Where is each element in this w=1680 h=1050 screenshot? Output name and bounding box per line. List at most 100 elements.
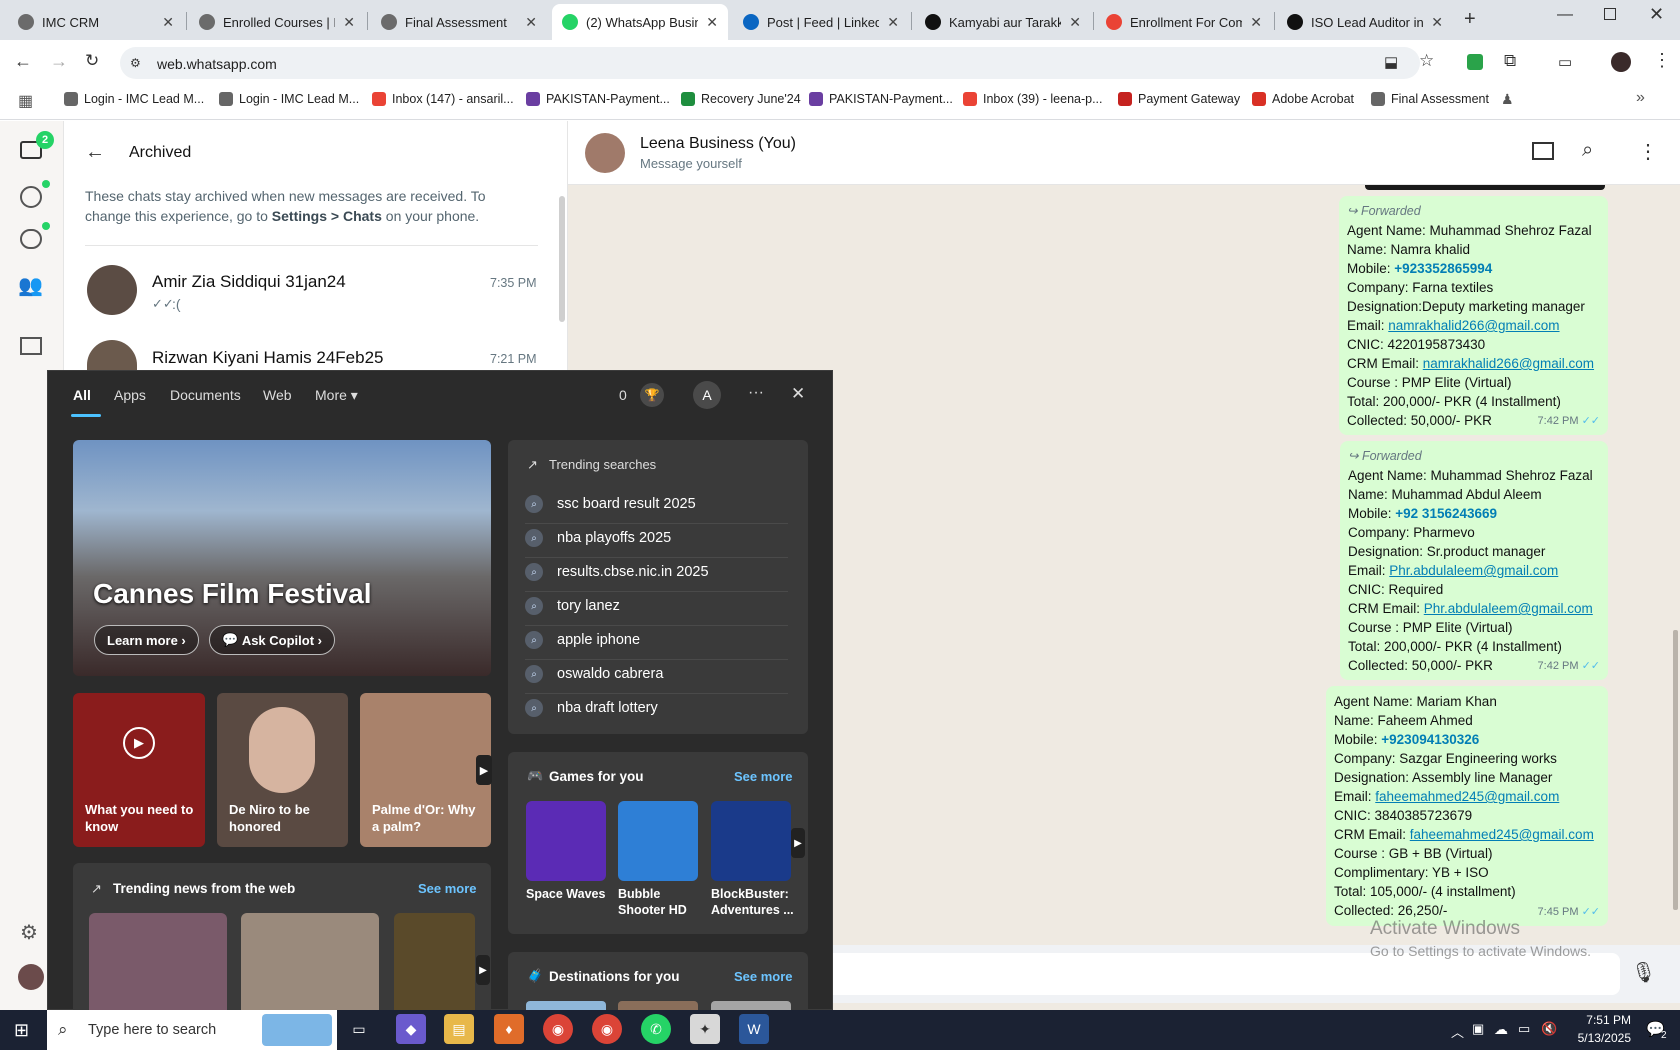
- bookmark-item[interactable]: Inbox (147) - ansaril...: [372, 92, 514, 106]
- chat-header[interactable]: [568, 121, 1680, 185]
- bookmark-item[interactable]: Payment Gateway: [1118, 92, 1240, 106]
- browser-tab[interactable]: Enrollment For Com ✕: [1096, 4, 1272, 40]
- close-tab-icon[interactable]: ✕: [162, 14, 174, 31]
- bookmark-item[interactable]: Recovery June'24: [681, 92, 801, 106]
- trending-search-item[interactable]: ⌕ oswaldo cabrera: [525, 665, 663, 683]
- game-tile-blockbuster[interactable]: [711, 801, 791, 881]
- bookmark-star-icon[interactable]: ☆: [1419, 51, 1434, 71]
- catalog-icon[interactable]: [20, 337, 42, 355]
- onedrive-icon[interactable]: ☁: [1494, 1021, 1508, 1038]
- maximize-button[interactable]: [1604, 8, 1616, 20]
- list-scrollbar[interactable]: [559, 196, 565, 322]
- browser-tab[interactable]: IMC CRM ✕: [8, 4, 184, 40]
- apps-grid-icon[interactable]: ▦: [18, 91, 33, 111]
- settings-gear-icon[interactable]: ⚙: [20, 920, 38, 945]
- site-info-icon[interactable]: ⚙: [130, 56, 141, 70]
- close-tab-icon[interactable]: ✕: [343, 14, 355, 31]
- trending-search-item[interactable]: ⌕ nba draft lottery: [525, 699, 658, 717]
- minimize-button[interactable]: —: [1557, 6, 1573, 24]
- close-tab-icon[interactable]: ✕: [1431, 14, 1443, 31]
- carousel-next-icon[interactable]: ▶: [476, 755, 492, 785]
- trending-search-item[interactable]: ⌕ tory lanez: [525, 597, 620, 615]
- chat-scrollbar[interactable]: [1673, 630, 1678, 910]
- close-window-button[interactable]: ✕: [1649, 4, 1664, 25]
- clock-date[interactable]: 5/13/2025: [1563, 1031, 1631, 1045]
- tray-meet-icon[interactable]: ▣: [1472, 1021, 1484, 1037]
- browser-tab[interactable]: Post | Feed | LinkedIn ✕: [733, 4, 909, 40]
- trending-search-item[interactable]: ⌕ ssc board result 2025: [525, 495, 696, 513]
- close-tab-icon[interactable]: ✕: [525, 14, 537, 31]
- games-next-icon[interactable]: ▶: [791, 828, 805, 858]
- destination-thumb[interactable]: [711, 1001, 791, 1010]
- phone-link[interactable]: +923094130326: [1381, 732, 1479, 747]
- destination-thumb[interactable]: [526, 1001, 606, 1010]
- task-view-icon[interactable]: ▭: [344, 1014, 374, 1044]
- bookmark-extra-icon[interactable]: ♟: [1501, 91, 1514, 108]
- bookmark-item[interactable]: Login - IMC Lead M...: [219, 92, 359, 106]
- search-highlight-image[interactable]: [262, 1014, 332, 1046]
- bookmark-item[interactable]: PAKISTAN-Payment...: [809, 92, 953, 106]
- side-panel-icon[interactable]: ▭: [1558, 53, 1572, 71]
- bookmark-item[interactable]: PAKISTAN-Payment...: [526, 92, 670, 106]
- copilot-icon[interactable]: ◆: [396, 1014, 426, 1044]
- catalog-shop-icon[interactable]: [1532, 142, 1554, 160]
- email-link[interactable]: faheemahmed245@gmail.com: [1375, 789, 1559, 804]
- chrome-icon[interactable]: ◉: [543, 1014, 573, 1044]
- contact-avatar[interactable]: [585, 133, 625, 173]
- bookmark-item[interactable]: Adobe Acrobat: [1252, 92, 1354, 106]
- profile-photo[interactable]: [18, 964, 44, 990]
- chat-menu-icon[interactable]: ⋮: [1638, 139, 1658, 164]
- browser-tab[interactable]: (2) WhatsApp Busine ✕: [552, 4, 728, 40]
- browser-menu-icon[interactable]: ⋮: [1653, 50, 1671, 71]
- news-tile-palme[interactable]: Palme d'Or: Why a palm?: [360, 693, 491, 847]
- browser-tab[interactable]: Final Assessment ✕: [371, 4, 547, 40]
- news-thumb[interactable]: [394, 913, 475, 1010]
- close-tab-icon[interactable]: ✕: [706, 14, 718, 31]
- channels-icon[interactable]: [20, 229, 42, 249]
- address-bar[interactable]: [120, 47, 1420, 79]
- bookmark-item[interactable]: Inbox (39) - leena-p...: [963, 92, 1103, 106]
- tab-documents[interactable]: Documents: [170, 387, 241, 403]
- communities-icon[interactable]: 👥: [18, 273, 43, 298]
- back-icon[interactable]: ←: [14, 51, 32, 72]
- bookmark-item[interactable]: Final Assessment: [1371, 92, 1489, 106]
- volume-icon[interactable]: 🔇: [1541, 1021, 1557, 1037]
- word-icon[interactable]: W: [739, 1014, 769, 1044]
- forward-icon[interactable]: →: [50, 51, 68, 72]
- news-next-icon[interactable]: ▶: [476, 955, 490, 985]
- new-tab-button[interactable]: +: [1464, 8, 1476, 31]
- chat-name[interactable]: Rizwan Kiyani Hamis 24Feb25: [152, 348, 384, 368]
- chrome-profile-icon[interactable]: ◉: [592, 1014, 622, 1044]
- reload-icon[interactable]: ↻: [85, 51, 99, 71]
- close-tab-icon[interactable]: ✕: [887, 14, 899, 31]
- account-avatar[interactable]: A: [693, 381, 721, 409]
- network-icon[interactable]: ▭: [1518, 1021, 1530, 1037]
- news-see-more-link[interactable]: See more: [418, 881, 477, 896]
- message-bubble[interactable]: ↪ Forwarded Agent Name: Muhammad Shehroz…: [1339, 196, 1608, 435]
- email-link[interactable]: Phr.abdulaleem@gmail.com: [1389, 563, 1558, 578]
- search-icon[interactable]: ⌕: [1582, 139, 1593, 162]
- rewards-trophy-icon[interactable]: 🏆: [640, 383, 664, 407]
- tab-web[interactable]: Web: [263, 387, 292, 403]
- message-bubble[interactable]: ↪ Forwarded Agent Name: Muhammad Shehroz…: [1340, 441, 1608, 680]
- news-thumb[interactable]: [241, 913, 379, 1010]
- whatsapp-icon[interactable]: ✆: [641, 1014, 671, 1044]
- message-bubble[interactable]: Agent Name: Mariam Khan Name: Faheem Ahm…: [1326, 686, 1608, 926]
- status-icon[interactable]: [20, 186, 42, 208]
- games-see-more-link[interactable]: See more: [734, 769, 793, 784]
- tab-all[interactable]: All: [73, 387, 91, 403]
- trending-search-item[interactable]: ⌕ nba playoffs 2025: [525, 529, 671, 547]
- app-icon[interactable]: ♦: [494, 1014, 524, 1044]
- game-tile-space-waves[interactable]: [526, 801, 606, 881]
- browser-tab[interactable]: Kamyabi aur Tarakki ✕: [915, 4, 1091, 40]
- trending-search-item[interactable]: ⌕ apple iphone: [525, 631, 640, 649]
- close-tab-icon[interactable]: ✕: [1250, 14, 1262, 31]
- tray-overflow-icon[interactable]: ︿: [1451, 1022, 1464, 1041]
- destinations-see-more-link[interactable]: See more: [734, 969, 793, 984]
- phone-link[interactable]: +92 3156243669: [1395, 506, 1497, 521]
- file-explorer-icon[interactable]: ▤: [444, 1014, 474, 1044]
- trending-search-item[interactable]: ⌕ results.cbse.nic.in 2025: [525, 563, 709, 581]
- windows-start-icon[interactable]: ⊞: [14, 1020, 29, 1041]
- bookmark-item[interactable]: Login - IMC Lead M...: [64, 92, 204, 106]
- news-tile-oscar[interactable]: ▶ What you need to know: [73, 693, 205, 847]
